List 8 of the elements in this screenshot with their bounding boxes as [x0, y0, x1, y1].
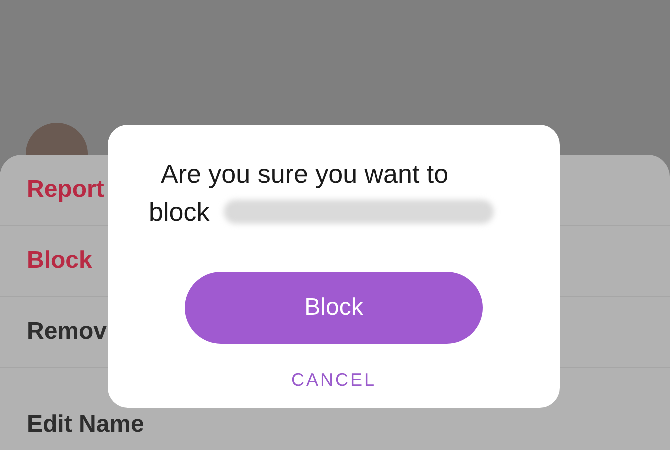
block-button[interactable]: Block	[185, 272, 483, 344]
menu-item[interactable]: Edit Name	[27, 411, 144, 439]
confirm-message: Are you sure you want to	[161, 158, 449, 191]
cancel-button[interactable]: CANCEL	[283, 366, 385, 395]
menu-item[interactable]: Report	[27, 176, 104, 204]
menu-item[interactable]: Remov	[27, 318, 108, 346]
confirm-message: block	[149, 196, 210, 229]
menu-item[interactable]: Block	[27, 247, 92, 275]
